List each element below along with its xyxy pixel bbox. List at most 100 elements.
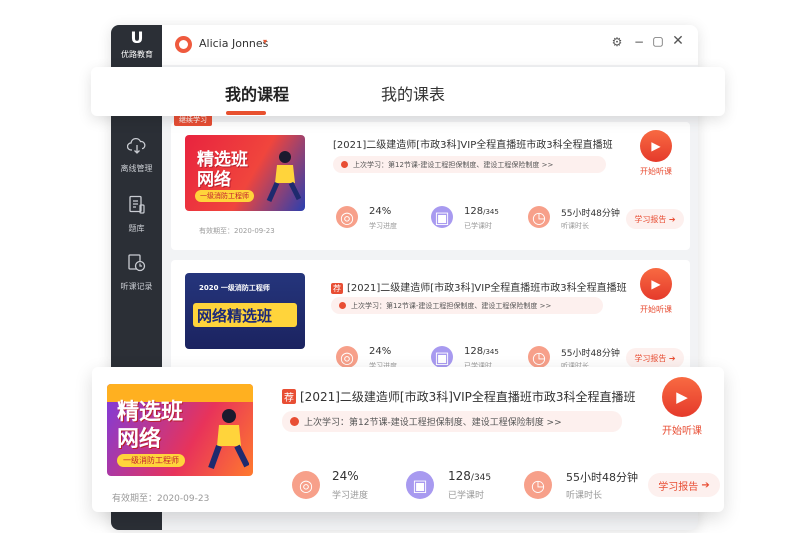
duration-value: 55小时48分钟 <box>561 209 620 219</box>
lessons-done: 128 <box>464 206 484 217</box>
lessons-done: 128 <box>464 346 484 357</box>
thumbnail-title: 网络 <box>117 427 162 452</box>
thumbnail-subtitle: 2020 一级消防工程师 <box>199 284 270 292</box>
runner-illustration <box>266 151 301 203</box>
play-label[interactable]: 开始听课 <box>640 166 672 177</box>
progress-icon: ◎ <box>292 471 320 499</box>
play-label[interactable]: 开始听课 <box>640 304 672 315</box>
course-card: 精选班 网络 一级消防工程师 有效期至：2020-09-23 [2021]二级建… <box>171 122 690 250</box>
study-report-button[interactable]: 学习报告 ➔ <box>626 209 684 229</box>
tab-my-schedule[interactable]: 我的课表 <box>381 81 445 105</box>
play-dot-icon <box>290 417 299 426</box>
thumbnail-title: 网络 <box>197 170 231 190</box>
duration-icon: ◷ <box>528 206 550 228</box>
progress-value: 24% <box>369 206 392 217</box>
duration-icon: ◷ <box>524 471 552 499</box>
active-tab-indicator <box>226 111 266 115</box>
last-study-link[interactable]: 上次学习：第12节课-建设工程担保制度、建设工程保险制度 >> <box>333 156 606 173</box>
last-study-text: 上次学习：第12节课-建设工程担保制度、建设工程保险制度 >> <box>304 418 562 428</box>
cloud-download-icon <box>111 137 162 161</box>
last-study-link[interactable]: 上次学习：第12节课-建设工程担保制度、建设工程保险制度 >> <box>282 411 622 432</box>
duration-caption: 听课时长 <box>561 222 589 230</box>
progress-caption: 学习进度 <box>369 222 397 230</box>
expiry-date: 有效期至：2020-09-23 <box>112 491 209 504</box>
sidebar-item-history[interactable]: 听课记录 <box>111 253 162 293</box>
sidebar-item-question-bank[interactable]: 题库 <box>111 195 162 235</box>
last-study-text: 上次学习：第12节课-建设工程担保制度、建设工程保险制度 >> <box>353 160 554 169</box>
tab-my-courses[interactable]: 我的课程 <box>225 81 289 105</box>
thumbnail-title: 网络精选班 <box>197 307 273 325</box>
title-bar: Alicia Jonnes ▾ ⚙ − ▢ ✕ <box>162 25 698 65</box>
logo-text: 优路教育 <box>121 50 153 59</box>
history-icon <box>111 253 162 279</box>
thumbnail-subtitle: 一级消防工程师 <box>117 454 185 467</box>
course-title-text: [2021]二级建造师[市政3科]VIP全程直播班市政3科全程直播班 <box>347 283 627 294</box>
course-title[interactable]: [2021]二级建造师[市政3科]VIP全程直播班市政3科全程直播班 <box>333 136 613 151</box>
user-name[interactable]: Alicia Jonnes <box>199 37 268 50</box>
duration-caption: 听课时长 <box>566 491 603 501</box>
play-dot-icon <box>339 302 346 309</box>
duration-icon: ◷ <box>528 346 550 368</box>
progress-icon: ◎ <box>336 346 358 368</box>
gear-icon[interactable]: ⚙ <box>610 35 624 49</box>
featured-course-card: 精选班 网络 一级消防工程师 有效期至：2020-09-23 荐 [2021]二级… <box>92 367 724 512</box>
logo-mark: U <box>130 28 144 47</box>
app-logo: U 优路教育 <box>116 27 158 69</box>
sidebar-item-label: 离线管理 <box>120 164 153 173</box>
lessons-icon: ▣ <box>431 206 453 228</box>
thumbnail-subtitle: 一级消防工程师 <box>195 190 254 202</box>
lessons-icon: ▣ <box>431 346 453 368</box>
close-icon[interactable]: ✕ <box>671 33 685 49</box>
stage: U 优路教育 离线管理 题库 听课记录 Alicia Jonnes ▾ ⚙ − … <box>0 0 800 533</box>
progress-value: 24% <box>369 346 392 357</box>
arrow-right-icon: ➔ <box>701 479 710 491</box>
report-label: 学习报告 <box>634 353 667 363</box>
duration-value: 55小时48分钟 <box>561 349 620 359</box>
duration-value: 55小时48分钟 <box>566 471 638 484</box>
recommend-badge: 荐 <box>331 283 343 294</box>
study-report-button[interactable]: 学习报告 ➔ <box>648 473 720 497</box>
report-label: 学习报告 <box>658 481 699 493</box>
sidebar-item-label: 听课记录 <box>120 282 153 291</box>
expiry-text: 有效期至：2020-09-23 <box>112 494 210 504</box>
progress-caption: 学习进度 <box>332 491 369 501</box>
last-study-text: 上次学习：第12节课-建设工程担保制度、建设工程保险制度 >> <box>351 301 552 310</box>
lessons-total: /345 <box>483 348 499 356</box>
maximize-icon[interactable]: ▢ <box>651 34 665 48</box>
sidebar-item-offline[interactable]: 离线管理 <box>111 137 162 175</box>
recommend-badge: 荐 <box>282 389 296 404</box>
tab-bar: 我的课程 我的课表 <box>91 67 725 116</box>
play-button[interactable]: ▶ <box>640 268 672 300</box>
report-label: 学习报告 <box>634 214 667 224</box>
course-title-text: [2021]二级建造师[市政3科]VIP全程直播班市政3科全程直播班 <box>300 390 636 404</box>
play-label[interactable]: 开始听课 <box>662 422 702 437</box>
course-thumbnail[interactable]: 精选班 网络 一级消防工程师 <box>107 384 253 476</box>
arrow-right-icon: ➔ <box>668 353 676 363</box>
course-thumbnail[interactable]: 精选班 网络 一级消防工程师 <box>185 135 305 211</box>
play-dot-icon <box>341 161 348 168</box>
lessons-total: /345 <box>483 208 499 216</box>
course-title[interactable]: 荐 [2021]二级建造师[市政3科]VIP全程直播班市政3科全程直播班 <box>282 388 636 405</box>
runner-illustration <box>208 409 249 470</box>
question-bank-icon <box>111 195 162 221</box>
avatar[interactable] <box>175 36 192 53</box>
play-button[interactable]: ▶ <box>640 130 672 162</box>
expiry-date: 有效期至：2020-09-23 <box>199 226 275 236</box>
play-button[interactable]: ▶ <box>662 377 702 417</box>
chevron-down-icon[interactable]: ▾ <box>263 37 267 46</box>
lessons-icon: ▣ <box>406 471 434 499</box>
lessons-done: 128 <box>448 469 471 483</box>
course-thumbnail[interactable]: 2020 一级消防工程师 网络精选班 <box>185 273 305 349</box>
lessons-total: /345 <box>470 473 492 483</box>
sidebar-item-label: 题库 <box>128 224 145 233</box>
arrow-right-icon: ➔ <box>668 214 676 224</box>
progress-icon: ◎ <box>336 206 358 228</box>
study-report-button[interactable]: 学习报告 ➔ <box>626 348 684 368</box>
lessons-caption: 已学课时 <box>464 222 492 230</box>
course-title[interactable]: 荐 [2021]二级建造师[市政3科]VIP全程直播班市政3科全程直播班 <box>331 279 627 294</box>
progress-value: 24% <box>332 469 359 483</box>
minimize-icon[interactable]: − <box>632 35 646 49</box>
expiry-text: 有效期至：2020-09-23 <box>199 227 275 235</box>
lessons-caption: 已学课时 <box>448 491 485 501</box>
last-study-link[interactable]: 上次学习：第12节课-建设工程担保制度、建设工程保险制度 >> <box>331 297 603 314</box>
